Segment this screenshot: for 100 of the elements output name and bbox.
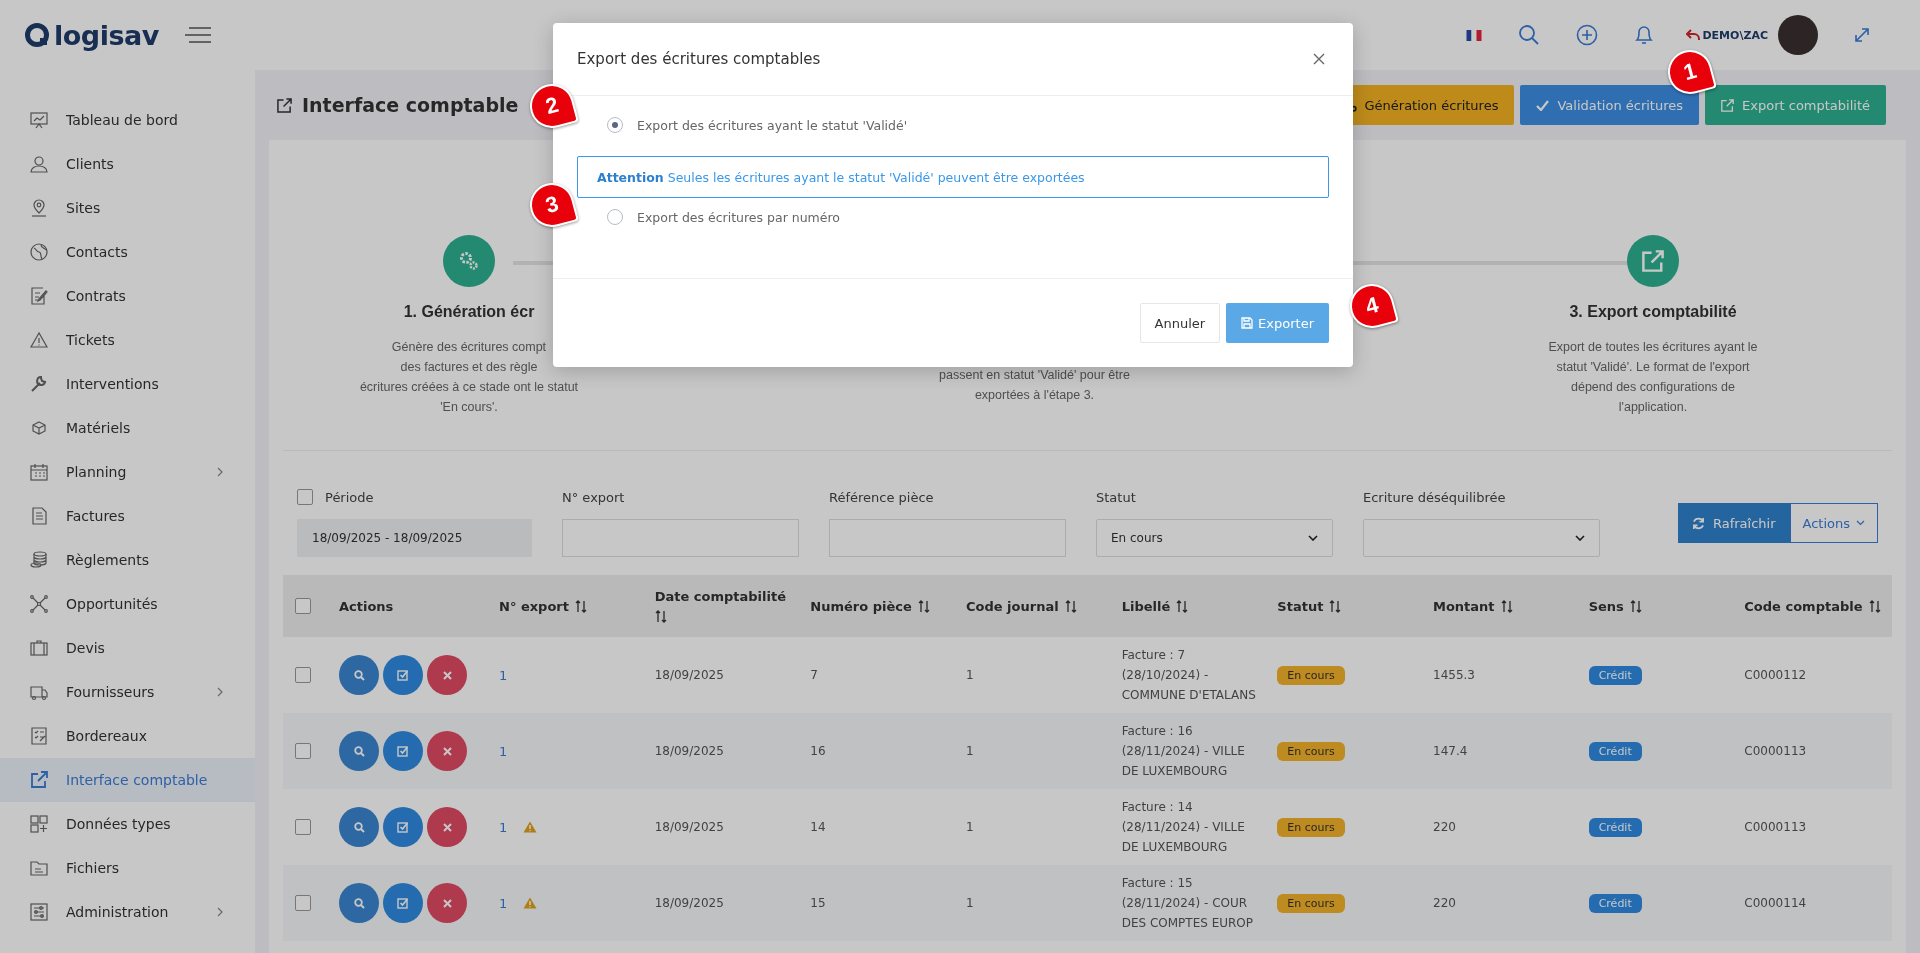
sort-icon[interactable] <box>1176 599 1189 613</box>
export-number-link[interactable]: 1 <box>499 743 508 759</box>
sidebar-item[interactable]: Sites <box>0 186 255 230</box>
column-header[interactable]: Numéro pièce <box>810 598 912 614</box>
view-button[interactable] <box>339 655 379 695</box>
view-button[interactable] <box>339 807 379 847</box>
sidebar-item[interactable]: Règlements <box>0 538 255 582</box>
column-header[interactable]: Date comptabilité <box>654 589 786 604</box>
row-checkbox[interactable] <box>295 743 311 759</box>
sidebar-item[interactable]: Tableau de bord <box>0 98 255 142</box>
sidebar-item[interactable]: Interventions <box>0 362 255 406</box>
sidebar-item[interactable]: Planning <box>0 450 255 494</box>
input-field[interactable] <box>829 519 1066 557</box>
sidebar-item[interactable]: Opportunités <box>0 582 255 626</box>
validate-button[interactable] <box>383 883 423 923</box>
search-icon[interactable] <box>1518 24 1541 46</box>
delete-button[interactable] <box>427 731 467 771</box>
sidebar-item[interactable]: Clients <box>0 142 255 186</box>
column-header[interactable]: Sens <box>1588 598 1624 614</box>
caret-icon <box>1856 520 1865 526</box>
export-number-link[interactable]: 1 <box>499 895 508 911</box>
table-cell-text: Facture : 15 (28/11/2024) - COUR DES COMPTES EUROP <box>1121 875 1255 932</box>
flag-icon[interactable] <box>1466 29 1483 41</box>
export-number-link[interactable]: 1 <box>499 819 508 835</box>
sliders-icon <box>30 903 48 921</box>
sidebar-item[interactable]: Fichiers <box>0 846 255 890</box>
cancel-button[interactable]: Annuler <box>1139 303 1221 343</box>
add-icon[interactable] <box>1576 24 1599 46</box>
table-cell: 18/09/2025 <box>654 668 724 682</box>
sidebar-item[interactable]: Factures <box>0 494 255 538</box>
delete-button[interactable] <box>427 807 467 847</box>
export-number-link[interactable]: 1 <box>499 667 508 683</box>
globe-icon <box>30 243 48 261</box>
sidebar-item[interactable]: Fournisseurs <box>0 670 255 714</box>
validate-button[interactable] <box>383 655 423 695</box>
external-link-icon <box>1721 98 1735 112</box>
row-checkbox[interactable] <box>295 667 311 683</box>
option-label[interactable]: Export des écritures ayant le statut 'Validé' <box>637 117 908 133</box>
direction-badge: Crédit <box>1588 817 1642 837</box>
sidebar-item[interactable]: Contrats <box>0 274 255 318</box>
sort-icon[interactable] <box>917 599 930 613</box>
select-field[interactable] <box>1363 519 1600 557</box>
direction-badge: Crédit <box>1588 741 1642 761</box>
column-header[interactable]: Statut <box>1277 598 1324 614</box>
row-checkbox[interactable] <box>295 819 311 835</box>
sidebar-item[interactable]: Administration <box>0 890 255 934</box>
table-cell: 1 <box>966 668 974 682</box>
validate-button[interactable] <box>383 731 423 771</box>
select-field[interactable]: En cours <box>1096 519 1333 557</box>
select-all-checkbox[interactable] <box>295 598 311 614</box>
sort-icon[interactable] <box>654 610 667 623</box>
expand-icon[interactable] <box>1854 27 1870 43</box>
sidebar-item[interactable]: Devis <box>0 626 255 670</box>
sidebar-item[interactable]: Contacts <box>0 230 255 274</box>
bell-icon[interactable] <box>1634 24 1655 46</box>
sort-icon[interactable] <box>1500 599 1513 613</box>
date-range-field[interactable]: 18/09/2025 - 18/09/2025 <box>297 519 532 557</box>
input-field[interactable] <box>562 519 799 557</box>
column-header[interactable]: Montant <box>1433 598 1495 614</box>
sidebar-item[interactable]: Tickets <box>0 318 255 362</box>
back-arrow-icon[interactable] <box>1686 29 1701 41</box>
sidebar-item[interactable]: Matériels <box>0 406 255 450</box>
table-cell: 1 <box>966 820 974 834</box>
view-button[interactable] <box>339 731 379 771</box>
close-icon <box>442 898 452 908</box>
avatar[interactable] <box>1778 15 1818 55</box>
validate-button[interactable] <box>383 807 423 847</box>
sort-icon[interactable] <box>575 599 587 613</box>
table-cell: 14 <box>810 820 826 834</box>
menu-icon[interactable] <box>184 26 213 44</box>
gears-icon <box>443 235 495 287</box>
row-checkbox[interactable] <box>295 895 311 911</box>
sort-icon[interactable] <box>1329 599 1342 613</box>
table-cell: 1 <box>966 744 974 758</box>
sort-icon[interactable] <box>1629 599 1642 613</box>
refresh-button[interactable]: Rafraîchir <box>1677 503 1790 543</box>
sidebar-item[interactable]: Bordereaux <box>0 714 255 758</box>
step-title: 1. Génération écr <box>403 303 535 322</box>
column-header[interactable]: Code comptable <box>1744 598 1863 614</box>
table-cell: 16 <box>810 744 826 758</box>
column-header[interactable]: N° export <box>499 598 569 614</box>
column-header[interactable]: Libellé <box>1121 598 1171 614</box>
status-badge: En cours <box>1277 893 1345 913</box>
sort-icon[interactable] <box>1064 599 1077 613</box>
dialog-title: Export des écritures comptables <box>577 50 821 68</box>
delete-button[interactable] <box>427 655 467 695</box>
table-cell: 147.4 <box>1433 744 1468 758</box>
close-icon <box>442 670 452 680</box>
delete-button[interactable] <box>427 883 467 923</box>
close-icon[interactable] <box>1313 53 1325 65</box>
folder-icon <box>30 859 48 877</box>
checkbox[interactable] <box>297 489 313 505</box>
user-name[interactable]: DEMO\ZAC <box>1702 28 1768 42</box>
sidebar-item[interactable]: Données types <box>0 802 255 846</box>
option-label[interactable]: Export des écritures par numéro <box>637 209 840 225</box>
view-button[interactable] <box>339 883 379 923</box>
sort-icon[interactable] <box>1868 599 1881 613</box>
actions-button[interactable]: Actions <box>1789 503 1878 543</box>
chevron-icon <box>1308 535 1318 541</box>
column-header[interactable]: Code journal <box>966 598 1059 614</box>
